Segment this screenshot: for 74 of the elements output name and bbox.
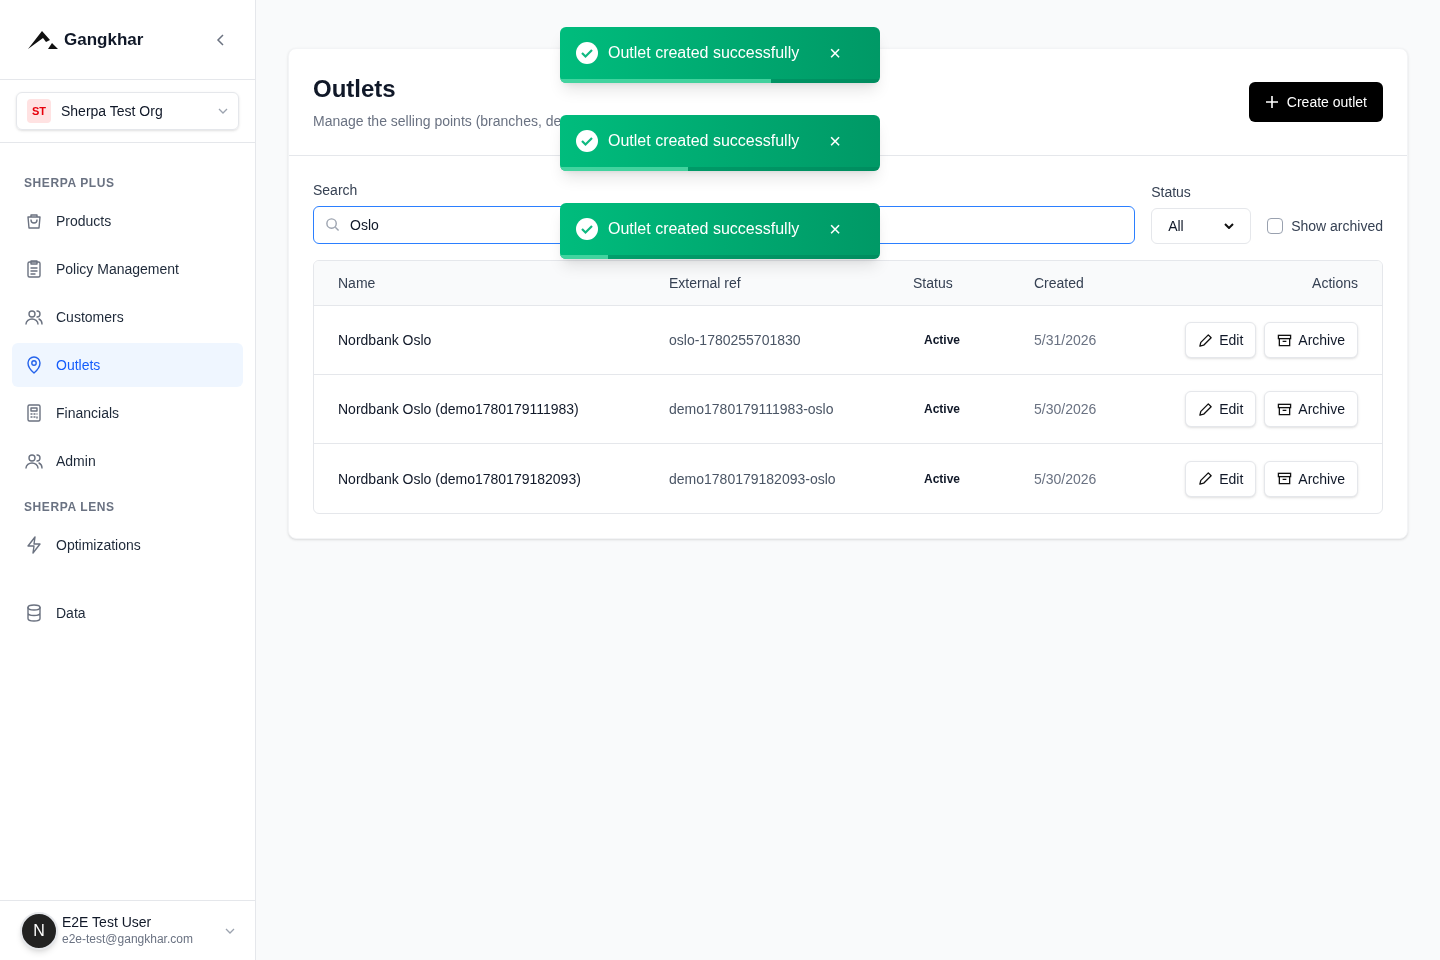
users-icon [24, 307, 44, 327]
toast-message: Outlet created successfully [608, 43, 800, 63]
users-icon [24, 451, 44, 471]
org-selector[interactable]: ST Sherpa Test Org [16, 92, 239, 130]
table-cell-text: Nordbank Oslo [338, 331, 433, 350]
org-initials: ST [27, 99, 51, 123]
collapse-chevron-icon[interactable] [215, 32, 227, 47]
chevron-down-icon[interactable] [225, 927, 235, 934]
search-icon [325, 217, 340, 232]
edit-button[interactable]: Edit [1185, 322, 1257, 358]
plus-icon [1264, 95, 1279, 109]
clipboard-icon [24, 259, 44, 279]
user-email: e2e-test@gangkhar.com [62, 931, 194, 947]
search-label: Search [313, 181, 359, 200]
archive-box-icon [1277, 332, 1293, 348]
status-text: Active [923, 401, 962, 417]
table-cell-text: 5/30/2026 [1034, 469, 1098, 489]
sidebar-item[interactable]: Data [12, 591, 243, 635]
archive-button[interactable]: Archive [1264, 391, 1358, 427]
section-heading: SHERPA PLUS [23, 175, 116, 191]
status-label: Status [1151, 183, 1192, 202]
column-header: Name [338, 274, 377, 293]
sidebar-item[interactable]: Financials [12, 391, 243, 435]
archive-box-icon [1277, 401, 1293, 417]
pencil-icon [1198, 401, 1214, 417]
table-cell-text: Nordbank Oslo (demo1780179111983) [338, 400, 580, 419]
create-outlet-button[interactable]: Create outlet [1248, 82, 1383, 122]
section-heading: SHERPA LENS [23, 499, 116, 515]
calculator-icon [24, 403, 44, 423]
table-cell-text: 5/30/2026 [1034, 400, 1098, 419]
mountain-logo-icon [28, 29, 60, 50]
sidebar-item[interactable]: Outlets [12, 343, 243, 387]
check-circle-icon [576, 218, 598, 240]
table-cell-text: demo1780179111983-oslo [669, 400, 835, 419]
org-name: Sherpa Test Org [61, 102, 164, 121]
sidebar-item[interactable]: Policy Management [12, 247, 243, 291]
chevron-down-icon [1224, 223, 1235, 229]
edit-button[interactable]: Edit [1185, 391, 1257, 427]
toast-message: Outlet created successfully [608, 131, 800, 151]
page-title: Outlets [313, 74, 397, 104]
table-cell-text: 5/31/2026 [1034, 331, 1098, 350]
database-icon [24, 603, 44, 623]
sidebar-item[interactable]: Admin [12, 439, 243, 483]
status-text: Active [923, 332, 962, 348]
brand-name: Gangkhar [64, 28, 144, 51]
sidebar-item[interactable]: Optimizations [12, 523, 243, 567]
status-select[interactable]: All [1151, 208, 1252, 244]
table-cell-text: demo1780179182093-oslo [669, 469, 837, 489]
column-header: Status [913, 274, 954, 293]
table-cell-text: oslo-1780255701830 [669, 331, 802, 350]
sidebar-item[interactable]: Products [12, 199, 243, 243]
status-value: All [1168, 217, 1184, 236]
chevron-down-icon [218, 108, 228, 114]
edit-button[interactable]: Edit [1185, 460, 1257, 497]
column-header: External ref [669, 274, 742, 293]
show-archived-label: Show archived [1291, 217, 1383, 236]
sidebar-item[interactable]: Customers [12, 295, 243, 339]
map-pin-icon [24, 355, 44, 375]
shopping-bag-icon [24, 211, 44, 231]
check-circle-icon [576, 130, 598, 152]
column-header: Actions [1312, 274, 1358, 293]
archive-box-icon [1277, 471, 1293, 486]
archive-button[interactable]: Archive [1264, 460, 1358, 497]
pencil-icon [1198, 332, 1214, 348]
show-archived-checkbox[interactable] [1267, 218, 1284, 234]
toast-message: Outlet created successfully [608, 219, 800, 239]
archive-button[interactable]: Archive [1264, 322, 1358, 358]
user-name: E2E Test User [62, 914, 153, 932]
pencil-icon [1198, 471, 1214, 486]
user-avatar[interactable]: N [20, 911, 58, 950]
column-header: Created [1034, 274, 1085, 293]
check-circle-icon [576, 42, 598, 64]
status-text: Active [923, 470, 962, 487]
table-cell-text: Nordbank Oslo (demo1780179182093) [338, 469, 582, 489]
